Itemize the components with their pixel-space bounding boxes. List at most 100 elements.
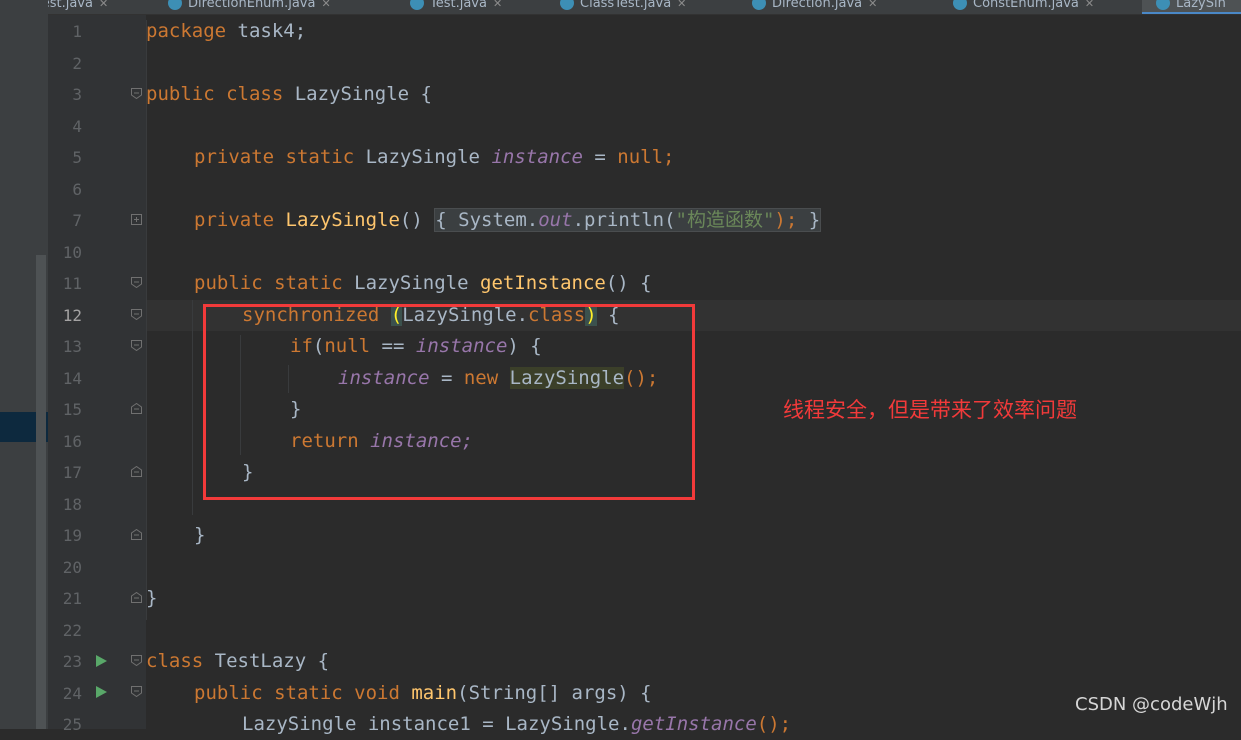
fold-marker-icon[interactable] — [131, 686, 142, 697]
java-class-icon — [752, 0, 766, 10]
code-line-3[interactable]: public class LazySingle { — [146, 79, 432, 110]
code-text: () — [399, 209, 423, 231]
java-class-icon — [410, 0, 424, 10]
keyword: private static — [194, 146, 355, 168]
close-icon[interactable]: ✕ — [868, 0, 877, 10]
close-icon[interactable]: ✕ — [321, 0, 330, 10]
line-number: 24 — [62, 684, 82, 703]
line-number: 16 — [62, 432, 82, 451]
fold-end-icon[interactable] — [131, 592, 142, 603]
tab-direction[interactable]: Direction.java ✕ — [752, 0, 877, 14]
tab-label: ConstEnum.java — [973, 0, 1079, 11]
annotation-text: 线程安全，但是带来了效率问题 — [783, 398, 1077, 422]
code-line-19[interactable]: } — [194, 520, 205, 551]
fold-end-icon[interactable] — [131, 529, 142, 540]
line-number: 22 — [62, 621, 82, 640]
line-number: 7 — [72, 211, 82, 230]
fold-marker-icon[interactable] — [131, 340, 142, 351]
fold-end-icon[interactable] — [131, 403, 142, 414]
line-number: 1 — [72, 22, 82, 41]
code-text: (); — [756, 713, 792, 735]
code-line-21[interactable]: } — [146, 583, 157, 614]
indent-guide — [146, 20, 147, 620]
fold-marker-icon[interactable] — [131, 309, 142, 320]
code-text: } — [146, 587, 158, 609]
tab-test[interactable]: Test.java ✕ — [48, 0, 108, 14]
tab-label: DirectionEnum.java — [188, 0, 316, 11]
code-text: .println( — [572, 209, 676, 231]
line-number: 19 — [62, 526, 82, 545]
line-number: 18 — [62, 495, 82, 514]
code-text: LazySingle instance1 = LazySingle. — [242, 713, 631, 735]
java-class-icon — [1156, 0, 1170, 10]
close-icon[interactable]: ✕ — [677, 0, 686, 10]
code-text: } — [808, 209, 821, 231]
run-triangle-icon[interactable] — [96, 655, 107, 667]
run-triangle-icon[interactable] — [96, 686, 107, 698]
code-text: LazySingle { — [283, 83, 432, 105]
java-class-icon — [953, 0, 967, 10]
line-number: 3 — [72, 85, 82, 104]
line-number: 20 — [62, 558, 82, 577]
indent-guide — [192, 300, 193, 515]
code-text: (String[] args) { — [457, 682, 652, 704]
project-scrollbar[interactable] — [36, 255, 46, 729]
field-name: instance — [491, 146, 583, 168]
code-line-24[interactable]: public static void main(String[] args) { — [194, 678, 652, 709]
code-text: ); — [774, 209, 798, 231]
java-class-icon — [560, 0, 574, 10]
close-icon[interactable]: ✕ — [493, 0, 502, 10]
close-icon[interactable]: ✕ — [1085, 0, 1094, 10]
close-icon[interactable]: ✕ — [99, 0, 108, 10]
code-line-23[interactable]: class TestLazy { — [146, 646, 329, 677]
tab-directionenum[interactable]: DirectionEnum.java ✕ — [168, 0, 331, 14]
line-number: 11 — [62, 274, 82, 293]
keyword: public class — [146, 83, 284, 105]
line-number: 15 — [62, 400, 82, 419]
line-number: 6 — [72, 180, 82, 199]
tab-test-2[interactable]: Test.java ✕ — [410, 0, 502, 14]
tab-lazysingle[interactable]: LazySin — [1142, 0, 1241, 14]
code-text: = — [582, 146, 618, 168]
folded-region[interactable]: { System.out.println("构造函数"); } — [434, 208, 822, 232]
line-number: 14 — [62, 369, 82, 388]
code-text: { — [435, 209, 447, 231]
code-line-11[interactable]: public static LazySingle getInstance() { — [194, 268, 652, 299]
line-number: 13 — [62, 337, 82, 356]
line-number-current: 12 — [62, 306, 82, 325]
code-text: TestLazy { — [203, 650, 330, 672]
code-line-25[interactable]: LazySingle instance1 = LazySingle.getIns… — [242, 709, 791, 740]
code-line-7[interactable]: private LazySingle() { System.out.printl… — [194, 205, 822, 236]
keyword: null; — [617, 146, 675, 168]
line-number: 10 — [62, 243, 82, 262]
keyword: public static — [194, 272, 343, 294]
method-name: LazySingle — [274, 209, 400, 231]
code-text: System. — [446, 209, 539, 231]
code-text: LazySingle — [342, 272, 480, 294]
tab-constenum[interactable]: ConstEnum.java ✕ — [953, 0, 1094, 14]
code-text: LazySingle — [354, 146, 492, 168]
method-name: main — [411, 682, 458, 704]
keyword: package — [146, 20, 227, 42]
watermark: CSDN @codeWjh — [1075, 694, 1228, 715]
method-name: getInstance — [630, 713, 757, 735]
tool-window-strip — [0, 0, 48, 729]
line-number: 4 — [72, 117, 82, 136]
code-line-1[interactable]: package task4; — [146, 16, 306, 47]
tab-classtest[interactable]: ClassTest.java ✕ — [560, 0, 686, 14]
fold-end-icon[interactable] — [131, 466, 142, 477]
editor-tab-bar: Test.java ✕ DirectionEnum.java ✕ Test.java… — [48, 0, 1241, 15]
fold-expand-icon[interactable] — [131, 214, 142, 225]
string-literal: "构造函数" — [675, 209, 775, 231]
line-number: 25 — [62, 715, 82, 734]
fold-marker-icon[interactable] — [131, 655, 142, 666]
fold-marker-icon[interactable] — [131, 88, 142, 99]
fold-marker-icon[interactable] — [131, 277, 142, 288]
keyword: public static void — [194, 682, 400, 704]
line-number: 5 — [72, 148, 82, 167]
code-text: } — [194, 524, 206, 546]
annotation-box — [203, 304, 695, 500]
tab-label: LazySin — [1176, 0, 1226, 11]
code-line-5[interactable]: private static LazySingle instance = nul… — [194, 142, 674, 173]
